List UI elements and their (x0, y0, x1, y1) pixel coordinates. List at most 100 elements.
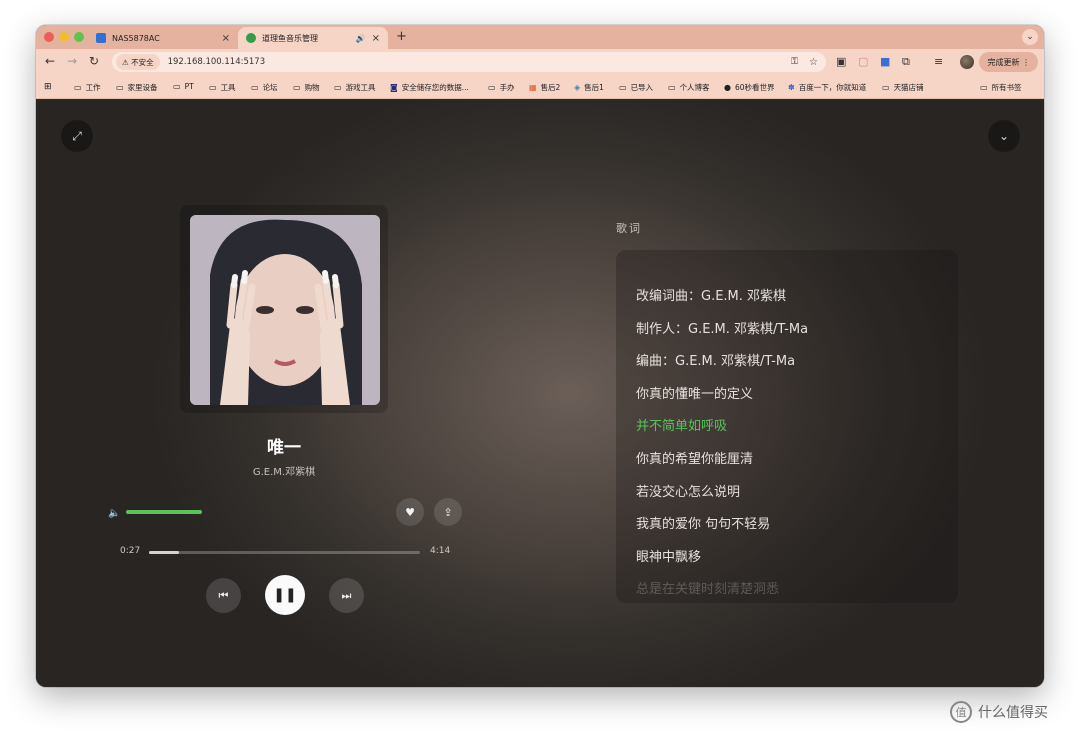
bookmark-item[interactable]: ▭ 购物 (293, 82, 320, 93)
bookmark-label: 工作 (85, 83, 101, 92)
folder-icon: ▭ (334, 83, 342, 92)
tab-music-manager[interactable]: 道理鱼音乐管理 🔊 × (238, 27, 388, 49)
bookmark-label: 百度一下，你就知道 (798, 83, 867, 92)
fullscreen-button[interactable]: ⤢ (61, 120, 93, 152)
bookmark-item[interactable]: ▭ PT (173, 82, 194, 91)
lyrics-panel[interactable]: 改编词曲：G.E.M. 邓紫棋制作人：G.E.M. 邓紫棋/T-Ma 编曲：G.E… (616, 250, 958, 603)
site-icon: ● (724, 83, 731, 92)
share-icon: ⇪ (443, 505, 453, 519)
url-text[interactable]: 192.168.100.114:5173 (168, 57, 266, 67)
back-button[interactable]: ← (42, 54, 58, 68)
lyric-line[interactable]: 若没交心怎么说明 (636, 481, 740, 500)
address-bar[interactable]: ⚠ 不安全 192.168.100.114:5173 ⚿ ☆ (112, 52, 826, 72)
extension-icon[interactable]: ■ (880, 55, 890, 68)
forward-button[interactable]: → (64, 54, 80, 68)
audio-playing-icon[interactable]: 🔊 (356, 34, 366, 43)
not-secure-chip[interactable]: ⚠ 不安全 (116, 54, 160, 70)
lyric-line-current[interactable]: 并不简单如呼吸 (636, 415, 727, 434)
tab-title: 道理鱼音乐管理 (262, 33, 318, 43)
lyric-line[interactable]: 编曲：G.E.M. 邓紫棋/T-Ma (636, 350, 795, 369)
volume-icon[interactable]: 🔈 (108, 508, 120, 519)
song-artist[interactable]: G.E.M.邓紫棋 (184, 463, 384, 478)
bookmark-label: 购物 (304, 83, 320, 92)
music-favicon-icon (246, 33, 256, 43)
next-track-button[interactable]: ⏭ (329, 578, 364, 613)
chevron-down-icon: ⌄ (998, 129, 1010, 143)
site-icon: ◙ (390, 83, 398, 92)
folder-icon: ▭ (173, 82, 181, 91)
like-button[interactable]: ♥ (396, 498, 424, 526)
collapse-player-button[interactable]: ⌄ (988, 120, 1020, 152)
volume-slider[interactable] (126, 510, 202, 514)
extensions-puzzle-icon[interactable]: ⧉ (902, 55, 910, 69)
smzdm-logo-icon: 值 (950, 701, 972, 723)
bookmark-item[interactable]: ◈ 售后1 (574, 82, 604, 93)
site-icon: ✽ (788, 83, 795, 92)
bookmark-item[interactable]: ▭ 工具 (209, 82, 236, 93)
bookmark-label: 工具 (220, 83, 236, 92)
bookmark-item[interactable]: ▭ 论坛 (251, 82, 278, 93)
lyric-line[interactable]: 我真的爱你 句句不轻易 (636, 513, 770, 532)
folder-icon: ▭ (209, 83, 217, 92)
bookmark-item[interactable]: ▭ 家里设备 (116, 82, 158, 93)
bookmark-star-icon[interactable]: ☆ (809, 57, 818, 68)
zoom-window-button[interactable] (74, 32, 84, 42)
bookmark-item[interactable]: ▭ 游戏工具 (334, 82, 376, 93)
tab-close-icon[interactable]: × (372, 33, 380, 44)
progress-fill (149, 551, 179, 554)
lyric-line[interactable]: 你真的希望你能厘清 (636, 448, 753, 467)
close-window-button[interactable] (44, 32, 54, 42)
bookmark-item[interactable]: ▭ 天猫店铺 (882, 82, 924, 93)
folder-icon: ▭ (116, 83, 124, 92)
reading-list-icon[interactable]: ≡ (934, 55, 943, 68)
lyric-line[interactable]: 你真的懂唯一的定义 (636, 383, 753, 402)
browser-window: NAS5878AC × 道理鱼音乐管理 🔊 × + ⌄ ← → ↻ ⚠ 不安全 … (36, 25, 1044, 687)
bookmark-item[interactable]: ▭ 手办 (488, 82, 515, 93)
bookmark-label: 论坛 (262, 83, 278, 92)
bookmark-label: 家里设备 (127, 83, 158, 92)
folder-icon: ▭ (488, 83, 496, 92)
all-bookmarks[interactable]: ▭ 所有书签 (980, 82, 1022, 93)
music-player: ⤢ ⌄ 唯一 G.E.M.邓紫棋 🔈 ♥ ⇪ 0:27 4:14 ⏮ ❚❚ ⏭ … (36, 100, 1044, 687)
skip-next-icon: ⏭ (341, 588, 352, 602)
folder-icon: ▭ (668, 83, 676, 92)
profile-avatar[interactable] (960, 55, 974, 69)
bookmark-label: 60秒看世界 (734, 83, 775, 92)
bookmark-item[interactable]: ▭ 工作 (74, 82, 101, 93)
update-button[interactable]: 完成更新 ⋮ (979, 52, 1038, 72)
tab-search-button[interactable]: ⌄ (1022, 29, 1038, 45)
nas-favicon-icon (96, 33, 106, 43)
minimize-window-button[interactable] (59, 32, 69, 42)
bookmark-label: 手办 (499, 83, 515, 92)
album-cover-frame (180, 205, 388, 413)
lyric-line[interactable]: 改编词曲：G.E.M. 邓紫棋 (636, 285, 786, 304)
bookmark-label: 安全储存您的数据... (401, 83, 469, 92)
lyric-line[interactable]: 眼神中飘移 (636, 546, 701, 565)
tab-strip: NAS5878AC × 道理鱼音乐管理 🔊 × + ⌄ (36, 25, 1044, 49)
share-button[interactable]: ⇪ (434, 498, 462, 526)
bookmark-item[interactable]: ▭ 个人博客 (668, 82, 710, 93)
total-time: 4:14 (430, 546, 451, 556)
screenshot-extension-icon[interactable]: ▣ (836, 55, 846, 68)
lyric-line[interactable]: 制作人：G.E.M. 邓紫棋/T-Ma (636, 318, 808, 337)
password-key-icon[interactable]: ⚿ (791, 57, 798, 67)
bookmark-item[interactable]: ● 60秒看世界 (724, 82, 775, 93)
reload-button[interactable]: ↻ (86, 54, 102, 68)
bookmark-item[interactable]: ▭ 已导入 (619, 82, 653, 93)
progress-bar[interactable] (149, 551, 420, 554)
new-tab-button[interactable]: + (396, 29, 407, 44)
previous-track-button[interactable]: ⏮ (206, 578, 241, 613)
bookmark-item[interactable]: ◙ 安全储存您的数据... (390, 82, 469, 93)
tab-nas[interactable]: NAS5878AC × (88, 27, 238, 49)
extension-icon[interactable]: ▢ (858, 55, 868, 68)
bookmark-label: 已导入 (630, 83, 654, 92)
heart-icon: ♥ (405, 505, 415, 519)
bookmarks-bar: ⊞ ▭ 工作 ▭ 家里设备 ▭ PT ▭ 工具 ▭ 论坛 ▭ 购物 ▭ 游戏工具 ◙ 安全储存您… (36, 75, 1044, 99)
bookmark-item[interactable]: ✽ 百度一下，你就知道 (788, 82, 866, 93)
apps-grid-icon[interactable]: ⊞ (44, 82, 52, 92)
pause-button[interactable]: ❚❚ (265, 575, 305, 615)
skip-previous-icon: ⏮ (218, 588, 229, 602)
bookmark-item[interactable]: ▦ 售后2 (529, 82, 560, 93)
tab-close-icon[interactable]: × (222, 33, 230, 44)
lyric-line[interactable]: 总是在关键时刻清楚洞悉 (636, 578, 779, 597)
